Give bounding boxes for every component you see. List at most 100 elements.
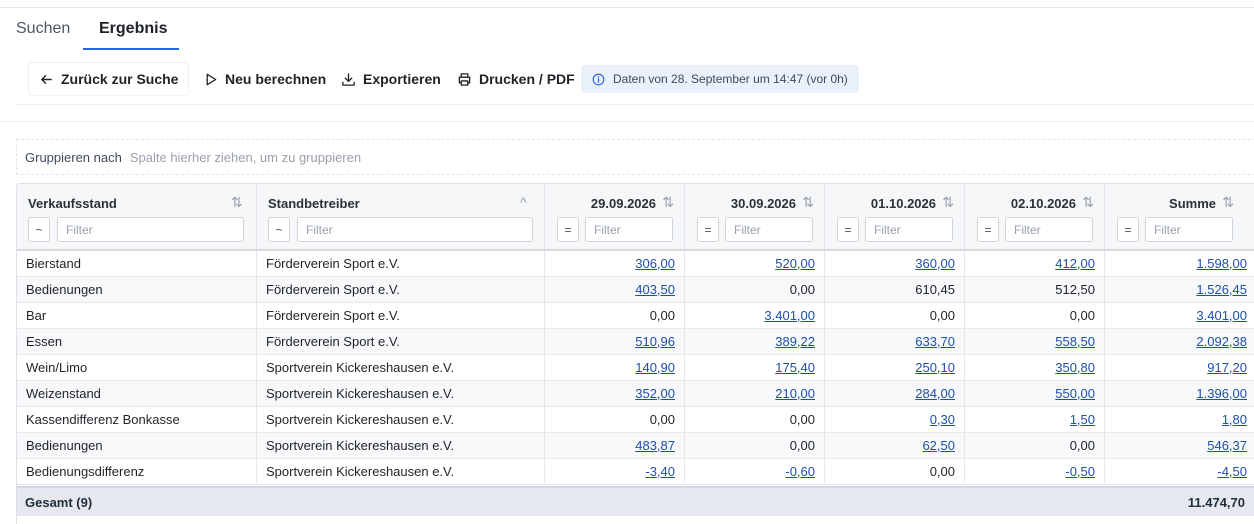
drilldown-link[interactable]: 175,40 — [775, 360, 815, 375]
cell-01-10-2026: 360,00 — [825, 251, 965, 276]
download-icon — [342, 72, 355, 86]
drilldown-link[interactable]: 350,80 — [1055, 360, 1095, 375]
column-header-29-09-2026[interactable]: 29.09.2026 ⇅ = — [545, 184, 685, 249]
cell-standbetreiber: Sportverein Kickereshausen e.V. — [257, 355, 545, 380]
drilldown-link[interactable]: 558,50 — [1055, 334, 1095, 349]
column-header-verkaufsstand[interactable]: Verkaufsstand ⇅ ~ — [17, 184, 257, 249]
filter-input-summe[interactable] — [1145, 217, 1233, 242]
drilldown-link[interactable]: 62,50 — [922, 438, 955, 453]
filter-input-01-10-2026[interactable] — [865, 217, 953, 242]
column-header-30-09-2026[interactable]: 30.09.2026 ⇅ = — [685, 184, 825, 249]
filter-operator-button[interactable]: = — [1117, 217, 1139, 242]
cell-verkaufsstand: Essen — [17, 329, 257, 354]
drilldown-link[interactable]: 3.401,00 — [764, 308, 815, 323]
table-row: Essen Förderverein Sport e.V. 510,96 389,22… — [17, 329, 1254, 355]
column-header-summe[interactable]: Summe ⇅ = — [1105, 184, 1254, 249]
cell-summe: -4,50 — [1105, 459, 1254, 484]
drilldown-link[interactable]: 3.401,00 — [1196, 308, 1247, 323]
drilldown-link[interactable]: 1,80 — [1222, 412, 1247, 427]
filter-input-29-09-2026[interactable] — [585, 217, 673, 242]
filter-operator-button[interactable]: ~ — [28, 217, 50, 242]
drilldown-link[interactable]: 360,00 — [915, 256, 955, 271]
cell-01-10-2026: 284,00 — [825, 381, 965, 406]
drilldown-link[interactable]: 1.598,00 — [1196, 256, 1247, 271]
sort-icon[interactable]: ⇅ — [802, 194, 814, 211]
drilldown-link[interactable]: 306,00 — [635, 256, 675, 271]
filter-operator-button[interactable]: = — [697, 217, 719, 242]
drilldown-link[interactable]: -0,60 — [785, 464, 815, 479]
column-title: 02.10.2026 — [1010, 196, 1076, 211]
drilldown-link[interactable]: 403,50 — [635, 282, 675, 297]
sort-icon[interactable]: ⇅ — [231, 194, 243, 211]
sort-icon[interactable]: ⇅ — [1082, 194, 1094, 211]
cell-02-10-2026: 350,80 — [965, 355, 1105, 380]
filter-input-30-09-2026[interactable] — [725, 217, 813, 242]
drilldown-link[interactable]: 917,20 — [1207, 360, 1247, 375]
drilldown-link[interactable]: 284,00 — [915, 386, 955, 401]
drilldown-link[interactable]: 546,37 — [1207, 438, 1247, 453]
column-title: Verkaufsstand — [28, 196, 117, 211]
cell-29-09-2026: 352,00 — [545, 381, 685, 406]
cell-standbetreiber: Sportverein Kickereshausen e.V. — [257, 381, 545, 406]
tab-suchen[interactable]: Suchen — [16, 20, 70, 38]
cell-value: 0,00 — [929, 464, 955, 479]
printer-icon — [458, 72, 471, 86]
drilldown-link[interactable]: 352,00 — [635, 386, 675, 401]
cell-summe: 1.598,00 — [1105, 251, 1254, 276]
sort-icon[interactable]: ⇅ — [1222, 194, 1234, 211]
drilldown-link[interactable]: 389,22 — [775, 334, 815, 349]
toolbar: Zurück zur Suche Neu berechnen Exportier… — [0, 60, 1254, 100]
drilldown-link[interactable]: 1.396,00 — [1196, 386, 1247, 401]
drilldown-link[interactable]: 2.092,38 — [1196, 334, 1247, 349]
drilldown-link[interactable]: 633,70 — [915, 334, 955, 349]
cell-summe: 1.396,00 — [1105, 381, 1254, 406]
back-to-search-button[interactable]: Zurück zur Suche — [28, 62, 190, 96]
filter-operator-button[interactable]: = — [837, 217, 859, 242]
cell-30-09-2026: 0,00 — [685, 433, 825, 458]
drilldown-link[interactable]: 1.526,45 — [1196, 282, 1247, 297]
drilldown-link[interactable]: 550,00 — [1055, 386, 1095, 401]
table-row: Weizenstand Sportverein Kickereshausen e.… — [17, 381, 1254, 407]
filter-input-verkaufsstand[interactable] — [57, 217, 244, 242]
filter-input-02-10-2026[interactable] — [1005, 217, 1093, 242]
drilldown-link[interactable]: 412,00 — [1055, 256, 1095, 271]
sort-icon[interactable]: ⇅ — [942, 194, 954, 211]
info-icon — [592, 73, 605, 85]
cell-29-09-2026: 306,00 — [545, 251, 685, 276]
drilldown-link[interactable]: 510,96 — [635, 334, 675, 349]
drilldown-link[interactable]: 483,87 — [635, 438, 675, 453]
cell-summe: 2.092,38 — [1105, 329, 1254, 354]
cell-standbetreiber: Sportverein Kickereshausen e.V. — [257, 433, 545, 458]
drilldown-link[interactable]: 250,10 — [915, 360, 955, 375]
drilldown-link[interactable]: -3,40 — [645, 464, 675, 479]
filter-operator-button[interactable]: = — [977, 217, 999, 242]
recalculate-button[interactable]: Neu berechnen — [193, 62, 337, 96]
cell-30-09-2026: -0,60 — [685, 459, 825, 484]
data-timestamp-text: Daten von 28. September um 14:47 (vor 0h… — [613, 72, 848, 86]
group-by-dropzone[interactable]: Gruppieren nach Spalte hierher ziehen, u… — [16, 139, 1254, 175]
cell-01-10-2026: 0,00 — [825, 459, 965, 484]
export-button[interactable]: Exportieren — [331, 62, 451, 96]
drilldown-link[interactable]: 140,90 — [635, 360, 675, 375]
drilldown-link[interactable]: 1,50 — [1070, 412, 1095, 427]
print-pdf-button[interactable]: Drucken / PDF — [447, 62, 585, 96]
drilldown-link[interactable]: -4,50 — [1217, 464, 1247, 479]
tab-ergebnis[interactable]: Ergebnis — [99, 20, 167, 38]
cell-summe: 917,20 — [1105, 355, 1254, 380]
drilldown-link[interactable]: 520,00 — [775, 256, 815, 271]
cell-02-10-2026: 0,00 — [965, 303, 1105, 328]
column-title: 29.09.2026 — [590, 196, 656, 211]
drilldown-link[interactable]: 0,30 — [930, 412, 955, 427]
drilldown-link[interactable]: 210,00 — [775, 386, 815, 401]
column-header-standbetreiber[interactable]: Standbetreiber ^ ~ — [257, 184, 545, 249]
cell-value: 0,00 — [789, 438, 815, 453]
table-row: Bedienungsdifferenz Sportverein Kickeresh… — [17, 459, 1254, 485]
sort-icon[interactable]: ⇅ — [662, 194, 674, 211]
sort-ascending-icon[interactable]: ^ — [520, 194, 527, 210]
drilldown-link[interactable]: -0,50 — [1065, 464, 1095, 479]
filter-input-standbetreiber[interactable] — [297, 217, 533, 242]
filter-operator-button[interactable]: = — [557, 217, 579, 242]
filter-operator-button[interactable]: ~ — [268, 217, 290, 242]
column-header-01-10-2026[interactable]: 01.10.2026 ⇅ = — [825, 184, 965, 249]
column-header-02-10-2026[interactable]: 02.10.2026 ⇅ = — [965, 184, 1105, 249]
